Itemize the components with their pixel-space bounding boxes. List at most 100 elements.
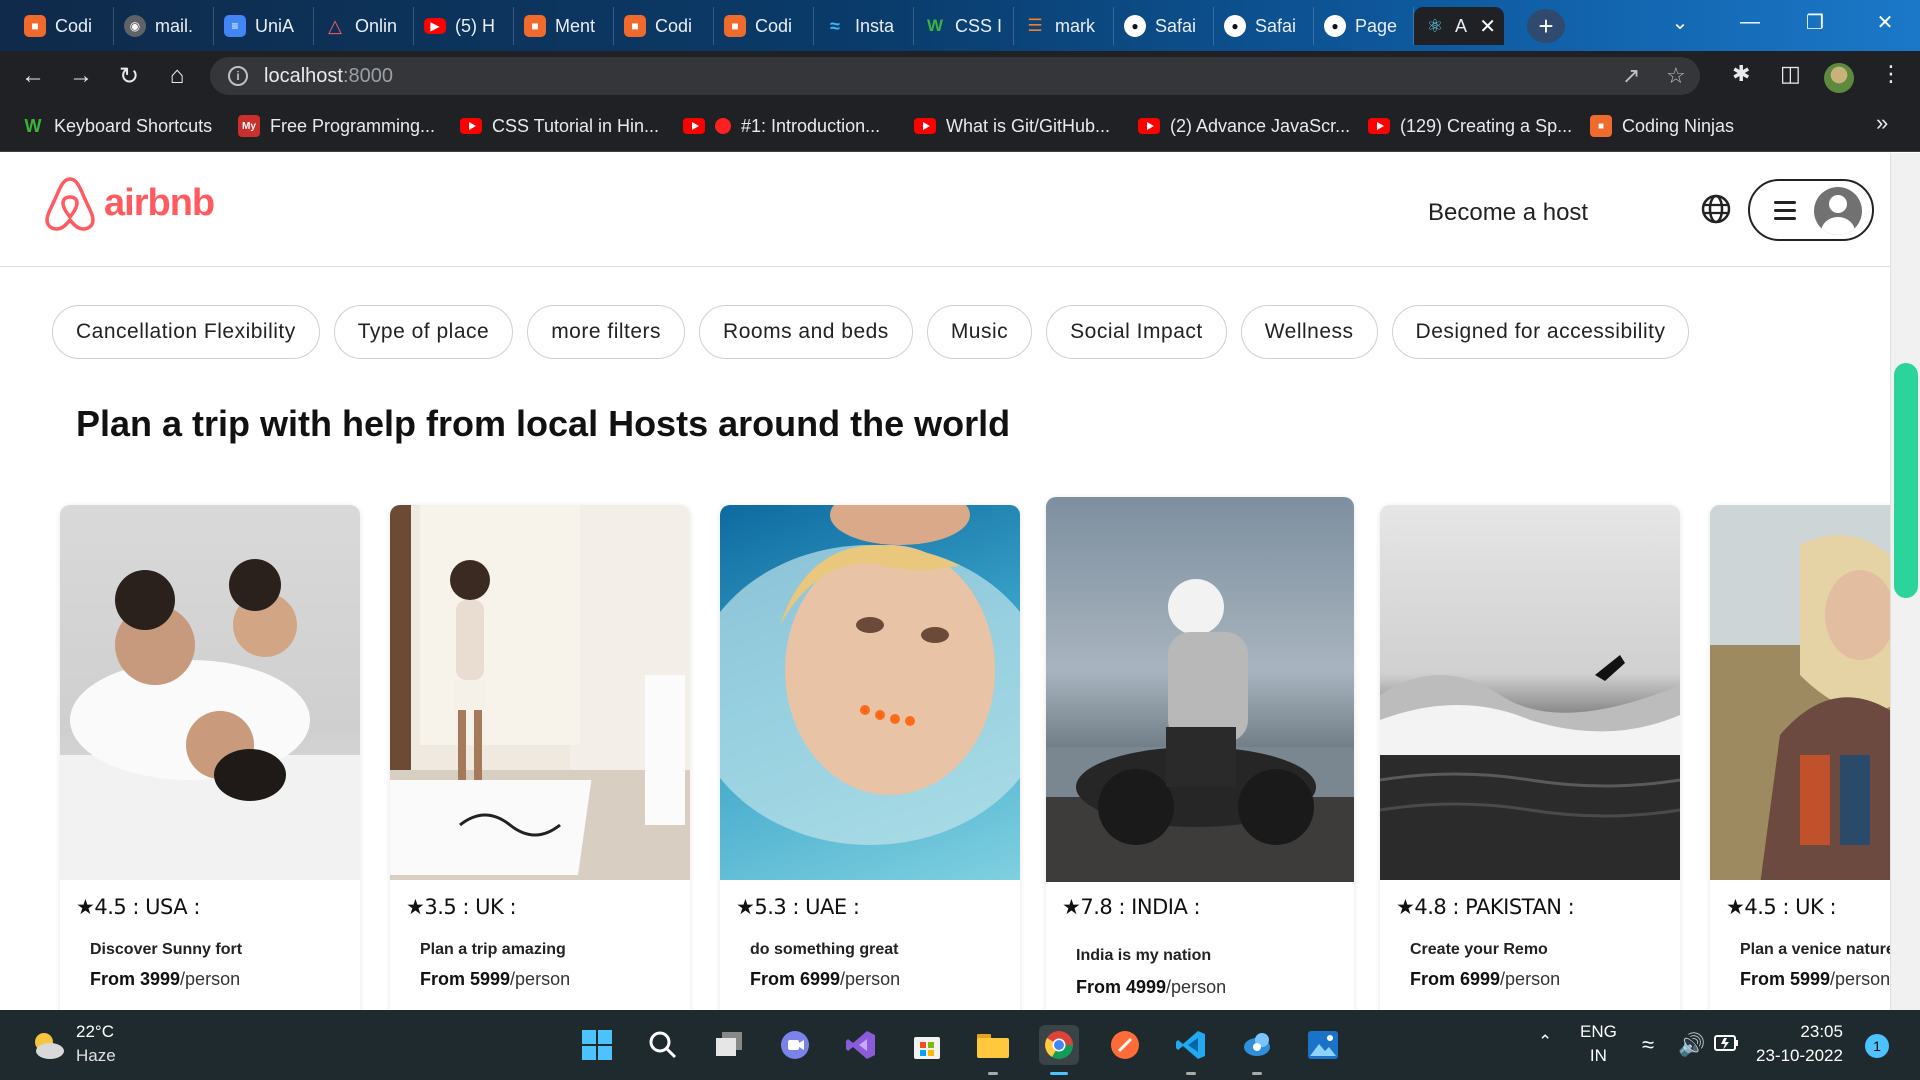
browser-tab[interactable]: ● Safai: [1114, 7, 1214, 45]
scrollbar-thumb[interactable]: [1894, 363, 1918, 598]
close-tab-icon[interactable]: ✕: [1479, 14, 1496, 39]
browser-tab[interactable]: ■ Codi: [614, 7, 714, 45]
notification-badge[interactable]: 1: [1865, 1034, 1889, 1058]
bookmark-label: Free Programming...: [270, 115, 436, 136]
share-icon[interactable]: ↗: [1622, 63, 1640, 89]
file-explorer-icon[interactable]: [973, 1025, 1013, 1075]
system-clock[interactable]: 23:05 23-10-2022: [1756, 1022, 1843, 1066]
filter-chip-rooms-beds[interactable]: Rooms and beds: [699, 305, 913, 359]
card-country: PAKISTAN: [1465, 895, 1562, 919]
filter-chip-more-filters[interactable]: more filters: [527, 305, 686, 359]
browser-tab[interactable]: ● Page: [1314, 7, 1414, 45]
weather-haze-icon[interactable]: [28, 1026, 68, 1066]
visual-studio-icon[interactable]: [841, 1025, 881, 1065]
azure-data-studio-icon[interactable]: [1237, 1025, 1277, 1075]
bookmark-item[interactable]: What is Git/GitHub...: [914, 113, 1110, 139]
language-globe-icon[interactable]: [1700, 193, 1732, 230]
browser-tab-active[interactable]: ⚛ A ✕: [1414, 7, 1504, 45]
browser-tab[interactable]: ◉ mail.: [114, 7, 214, 45]
more-bookmarks-icon[interactable]: »: [1876, 110, 1888, 136]
reload-button[interactable]: ↻: [112, 59, 146, 93]
bookmark-item[interactable]: (129) Creating a Sp...: [1368, 113, 1572, 139]
filter-chip-cancellation[interactable]: Cancellation Flexibility: [52, 305, 320, 359]
chrome-icon[interactable]: [1039, 1025, 1079, 1075]
new-tab-button[interactable]: +: [1527, 9, 1565, 43]
microsoft-store-icon[interactable]: [907, 1025, 947, 1065]
filter-chip-wellness[interactable]: Wellness: [1240, 305, 1378, 359]
experience-card[interactable]: ★4.8 : PAKISTAN : Create your Remo From …: [1380, 505, 1680, 1010]
bookmark-star-icon[interactable]: ☆: [1666, 63, 1686, 89]
filter-chip-social-impact[interactable]: Social Impact: [1046, 305, 1227, 359]
filter-chip-type-of-place[interactable]: Type of place: [333, 305, 514, 359]
filter-chip-music[interactable]: Music: [926, 305, 1033, 359]
browser-tab[interactable]: ▶ (5) H: [414, 7, 514, 45]
minimize-button[interactable]: —: [1720, 0, 1780, 44]
photos-icon[interactable]: [1303, 1025, 1343, 1065]
clock-date: 23-10-2022: [1756, 1046, 1843, 1065]
extensions-icon[interactable]: ✱: [1732, 61, 1750, 87]
side-panel-icon[interactable]: ◫: [1780, 61, 1801, 87]
tab-search-icon[interactable]: ⌄: [1650, 0, 1710, 44]
bookmark-item[interactable]: (2) Advance JavaScr...: [1138, 113, 1350, 139]
user-menu-button[interactable]: [1748, 179, 1874, 241]
airbnb-logo[interactable]: airbnb: [44, 175, 215, 231]
rating-value: 4.5: [1744, 895, 1777, 919]
forward-button[interactable]: →: [64, 59, 98, 93]
bookmark-label: #1: Introduction...: [741, 115, 881, 136]
browser-tab[interactable]: ≡ UniA: [214, 7, 314, 45]
browser-tab[interactable]: ≈ Insta: [814, 7, 914, 45]
card-price: From 3999/person: [90, 969, 240, 990]
back-button[interactable]: ←: [16, 59, 50, 93]
page-scrollbar[interactable]: [1890, 153, 1920, 1010]
become-host-link[interactable]: Become a host: [1428, 199, 1588, 227]
card-price: From 5999/person: [1740, 969, 1890, 990]
browser-tab[interactable]: △ Onlin: [314, 7, 414, 45]
experience-card[interactable]: ★7.8 : INDIA : India is my nation From 4…: [1046, 497, 1354, 1010]
volume-icon[interactable]: 🔊: [1678, 1032, 1705, 1058]
menu-kebab-icon[interactable]: ⋮: [1880, 61, 1902, 87]
browser-tab[interactable]: ■ Codi: [714, 7, 814, 45]
tab-title: mail.: [155, 15, 194, 36]
price-unit: /person: [510, 969, 571, 989]
search-icon[interactable]: [643, 1025, 683, 1065]
teams-chat-icon[interactable]: [775, 1025, 815, 1065]
coding-ninjas-icon: ■: [1590, 115, 1612, 137]
bookmark-item[interactable]: CSS Tutorial in Hin...: [460, 113, 659, 139]
postman-icon[interactable]: [1105, 1025, 1145, 1065]
experience-card[interactable]: ★4.5 : UK : Plan a venice nature From 59…: [1710, 505, 1890, 1010]
wifi-icon[interactable]: ≈: [1642, 1032, 1654, 1058]
show-hidden-icons[interactable]: ⌃: [1538, 1032, 1552, 1052]
browser-tab[interactable]: ☰ mark: [1014, 7, 1114, 45]
card-rating: ★4.5 : UK :: [1726, 895, 1837, 919]
card-price: From 5999/person: [420, 969, 570, 990]
experience-card[interactable]: ★5.3 : UAE : do something great From 699…: [720, 505, 1020, 1010]
address-bar[interactable]: i localhost:8000 ↗ ☆: [210, 57, 1700, 95]
bookmark-item[interactable]: W Keyboard Shortcuts: [22, 113, 213, 139]
profile-avatar[interactable]: [1824, 63, 1854, 93]
card-country: INDIA: [1131, 895, 1188, 919]
start-icon[interactable]: [577, 1025, 617, 1065]
restore-button[interactable]: ❐: [1785, 0, 1845, 44]
task-view-icon[interactable]: [709, 1025, 749, 1065]
browser-tab[interactable]: ■ Ment: [514, 7, 614, 45]
home-button[interactable]: ⌂: [160, 59, 194, 93]
vscode-icon[interactable]: [1171, 1025, 1211, 1075]
experience-card[interactable]: ★3.5 : UK : Plan a trip amazing From 599…: [390, 505, 690, 1010]
language-indicator[interactable]: ENG IN: [1580, 1022, 1617, 1066]
browser-tab[interactable]: ● Safai: [1214, 7, 1314, 45]
weather-temperature: 22°C: [76, 1022, 114, 1041]
bookmark-item[interactable]: #1: Introduction...: [683, 113, 880, 139]
site-info-icon[interactable]: i: [228, 66, 248, 86]
bookmark-item[interactable]: ■ Coding Ninjas: [1590, 113, 1734, 139]
browser-tab[interactable]: ■ Codi: [14, 7, 114, 45]
youtube-icon: [914, 118, 936, 134]
browser-tab[interactable]: W CSS I: [914, 7, 1014, 45]
experience-card[interactable]: ★4.5 : USA : Discover Sunny fort From 39…: [60, 505, 360, 1010]
card-title: Create your Remo: [1410, 941, 1548, 958]
bookmark-item[interactable]: My Free Programming...: [238, 113, 435, 139]
price-amount: From 5999: [420, 969, 511, 989]
close-window-button[interactable]: ✕: [1855, 0, 1915, 44]
filter-chip-accessibility[interactable]: Designed for accessibility: [1391, 305, 1690, 359]
coding-ninjas-icon: ■: [624, 15, 646, 37]
battery-icon[interactable]: [1714, 1032, 1740, 1059]
